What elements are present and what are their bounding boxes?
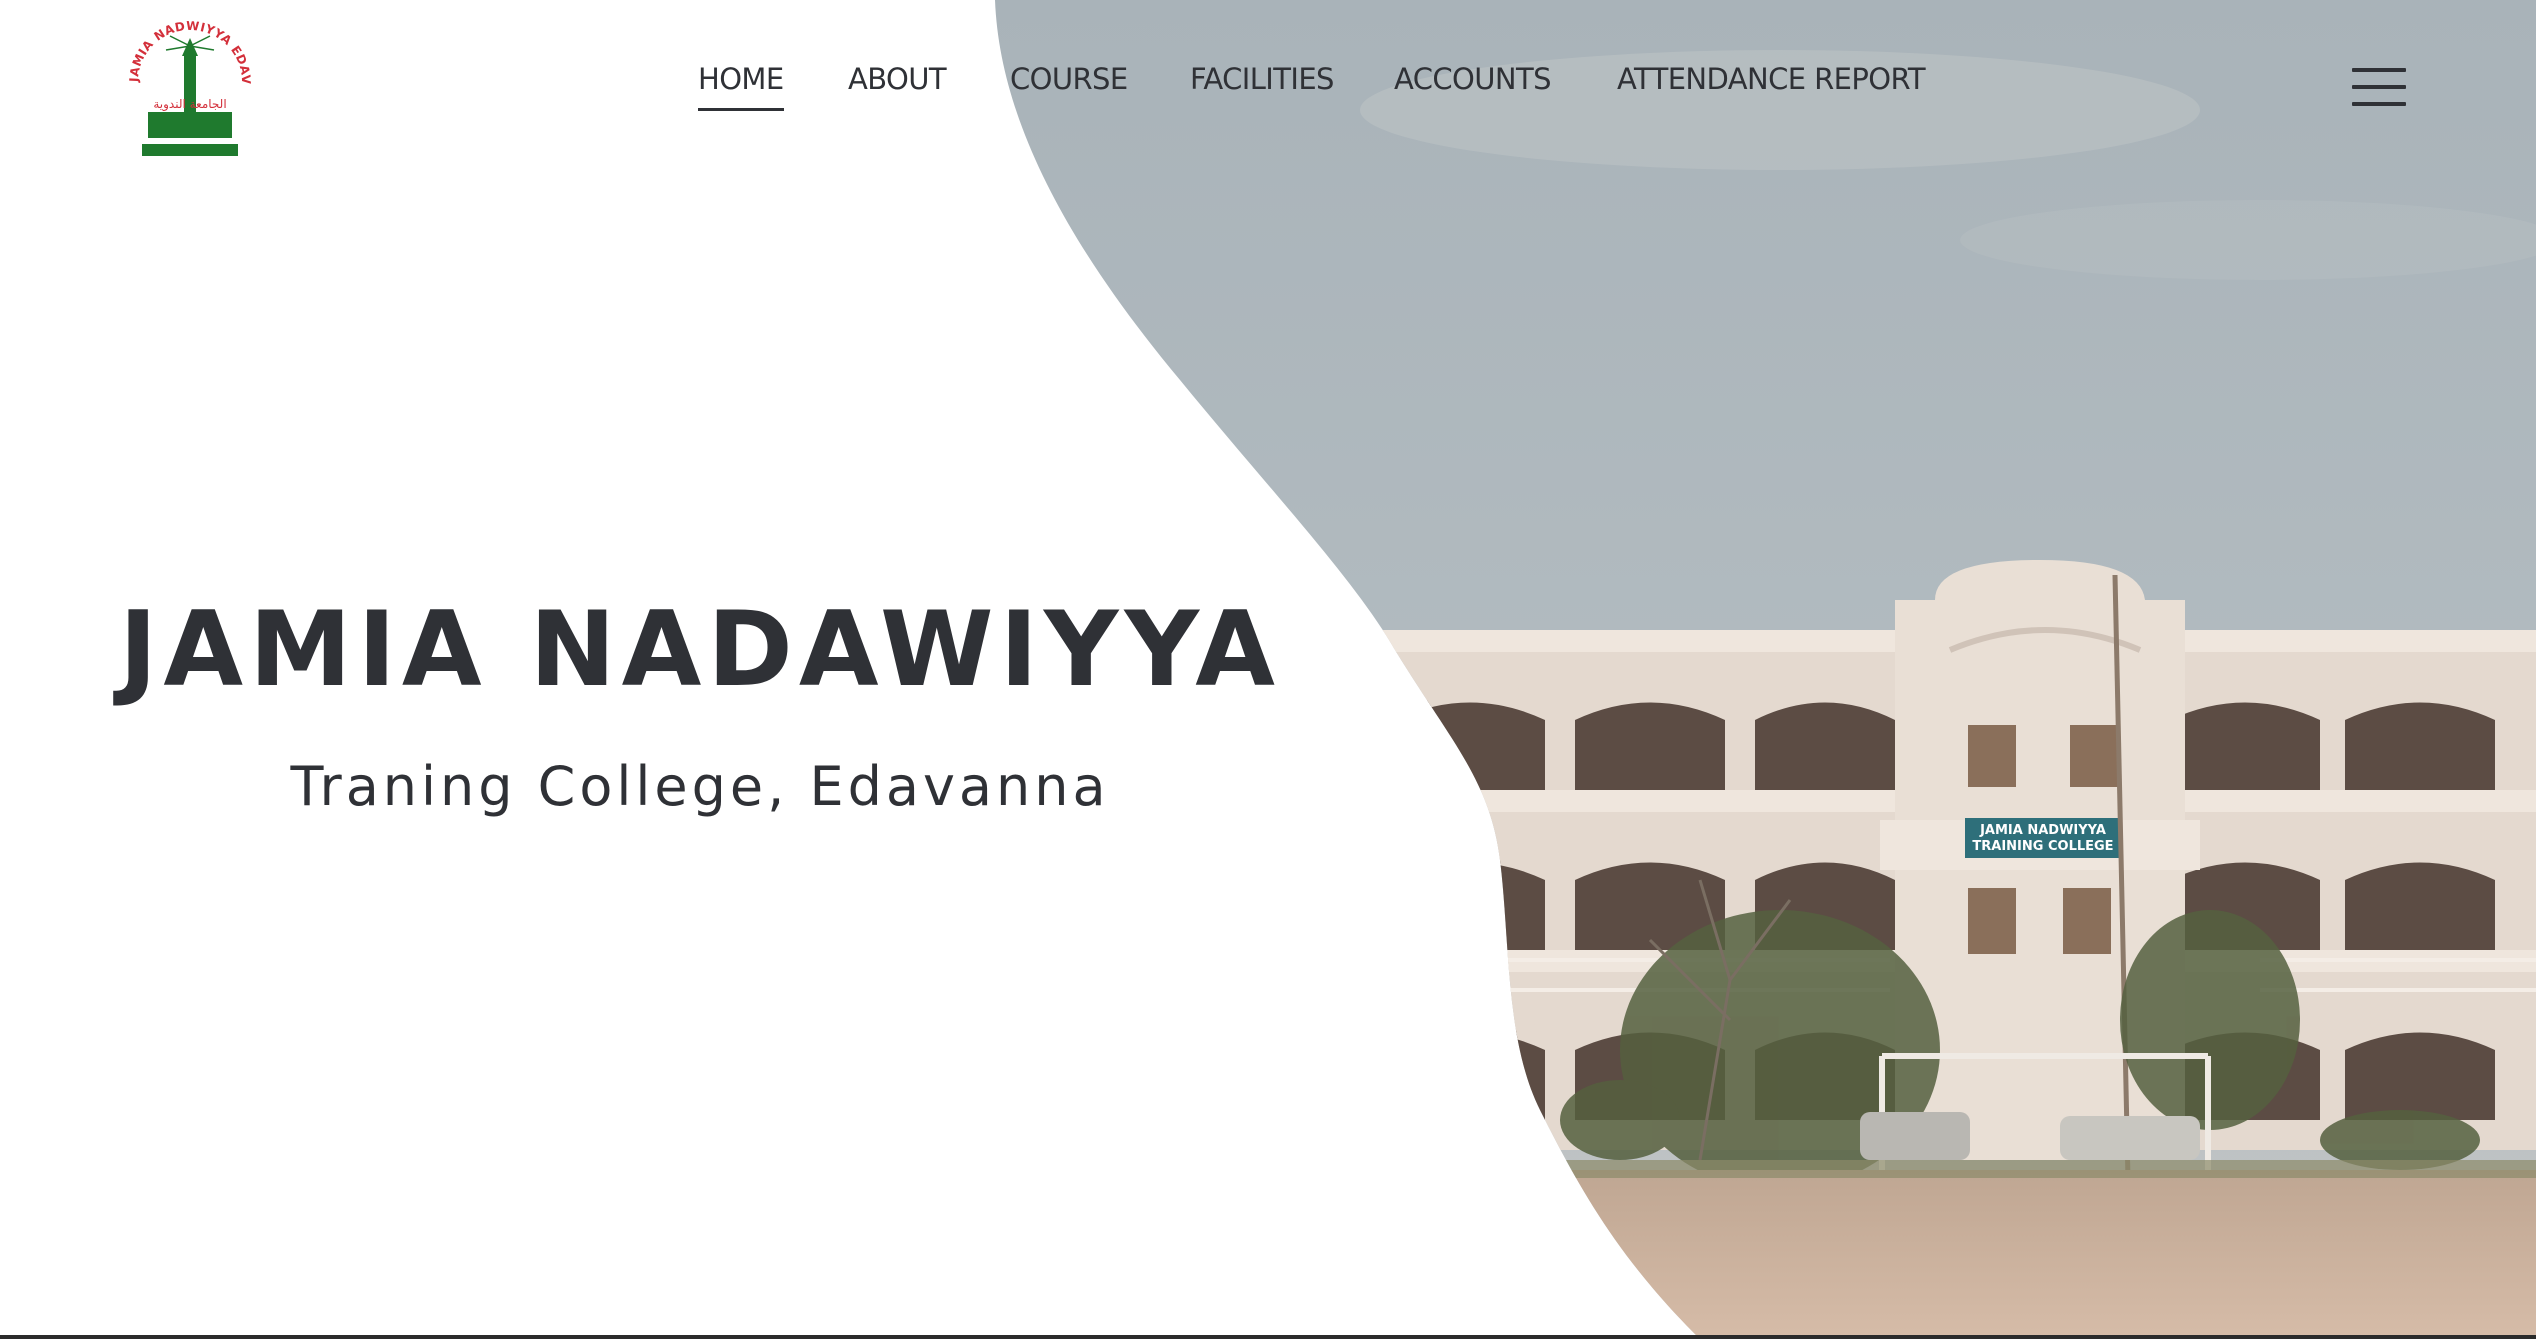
nav-accounts[interactable]: ACCOUNTS — [1394, 62, 1552, 96]
main-navigation: HOME ABOUT COURSE FACILITIES ACCOUNTS AT… — [0, 62, 2536, 118]
nav-home[interactable]: HOME — [698, 62, 784, 111]
nav-attendance-report[interactable]: ATTENDANCE REPORT — [1617, 62, 1926, 96]
nav-about[interactable]: ABOUT — [848, 62, 947, 96]
hero-subtitle: Traning College, Edavanna — [290, 755, 1110, 818]
nav-facilities[interactable]: FACILITIES — [1190, 62, 1334, 96]
svg-text:TRAINING COLLEGE: TRAINING COLLEGE — [1972, 839, 2113, 854]
svg-text:JAMIA NADWIYYA: JAMIA NADWIYYA — [1979, 823, 2106, 838]
hamburger-menu-icon[interactable] — [2352, 66, 2406, 108]
hero-title: JAMIA NADAWIYYA — [119, 590, 1281, 710]
bottom-divider — [0, 1335, 2536, 1339]
nav-course[interactable]: COURSE — [1010, 62, 1128, 96]
